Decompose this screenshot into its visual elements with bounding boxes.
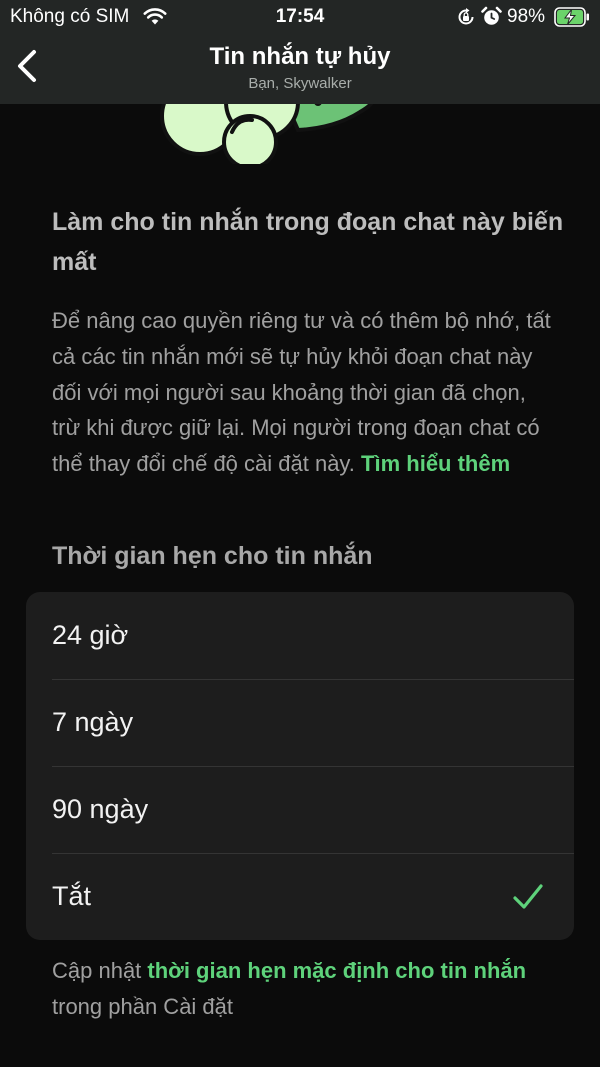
disappearing-messages-illustration xyxy=(160,104,374,164)
alarm-icon xyxy=(481,6,502,25)
option-label: Tắt xyxy=(52,881,92,911)
page-heading: Làm cho tin nhắn trong đoạn chat này biế… xyxy=(52,208,564,276)
option-24-hours[interactable]: 24 giờ xyxy=(26,592,574,679)
header: Không có SIM 17:54 98% Tin nhắn tự hủy B… xyxy=(0,0,600,104)
timer-options-list: 24 giờ 7 ngày 90 ngày Tắt xyxy=(26,592,574,940)
option-label: 7 ngày xyxy=(52,707,134,737)
footer-prefix: Cập nhật xyxy=(52,958,142,983)
option-label: 90 ngày xyxy=(52,794,149,824)
footer-suffix: trong phần Cài đặt xyxy=(52,993,234,1019)
nav-subtitle: Bạn, Skywalker xyxy=(248,75,352,92)
nav-title: Tin nhắn tự hủy xyxy=(209,43,391,70)
option-7-days[interactable]: 7 ngày xyxy=(26,679,574,766)
orientation-lock-icon xyxy=(458,8,474,25)
learn-more-link[interactable]: Tìm hiểu thêm xyxy=(361,451,510,476)
battery-percentage: 98% xyxy=(507,6,546,27)
default-timer-settings-link[interactable]: thời gian hẹn mặc định cho tin nhắn xyxy=(147,958,526,983)
battery-charging-icon xyxy=(554,7,589,27)
screen: Không có SIM 17:54 98% Tin nhắn tự hủy B… xyxy=(0,0,600,1067)
description-text: Để nâng cao quyền riêng tư và có thêm bộ… xyxy=(52,303,557,482)
nav-bar: Tin nhắn tự hủy Bạn, Skywalker xyxy=(0,34,600,104)
option-label: 24 giờ xyxy=(52,620,129,650)
footer-note: Cập nhật thời gian hẹn mặc định cho tin … xyxy=(52,953,562,1025)
timer-section-title: Thời gian hẹn cho tin nhắn xyxy=(52,542,373,570)
checkmark-icon xyxy=(513,884,543,909)
option-off[interactable]: Tắt xyxy=(26,853,574,940)
status-bar: Không có SIM 17:54 98% xyxy=(0,0,600,34)
option-90-days[interactable]: 90 ngày xyxy=(26,766,574,853)
